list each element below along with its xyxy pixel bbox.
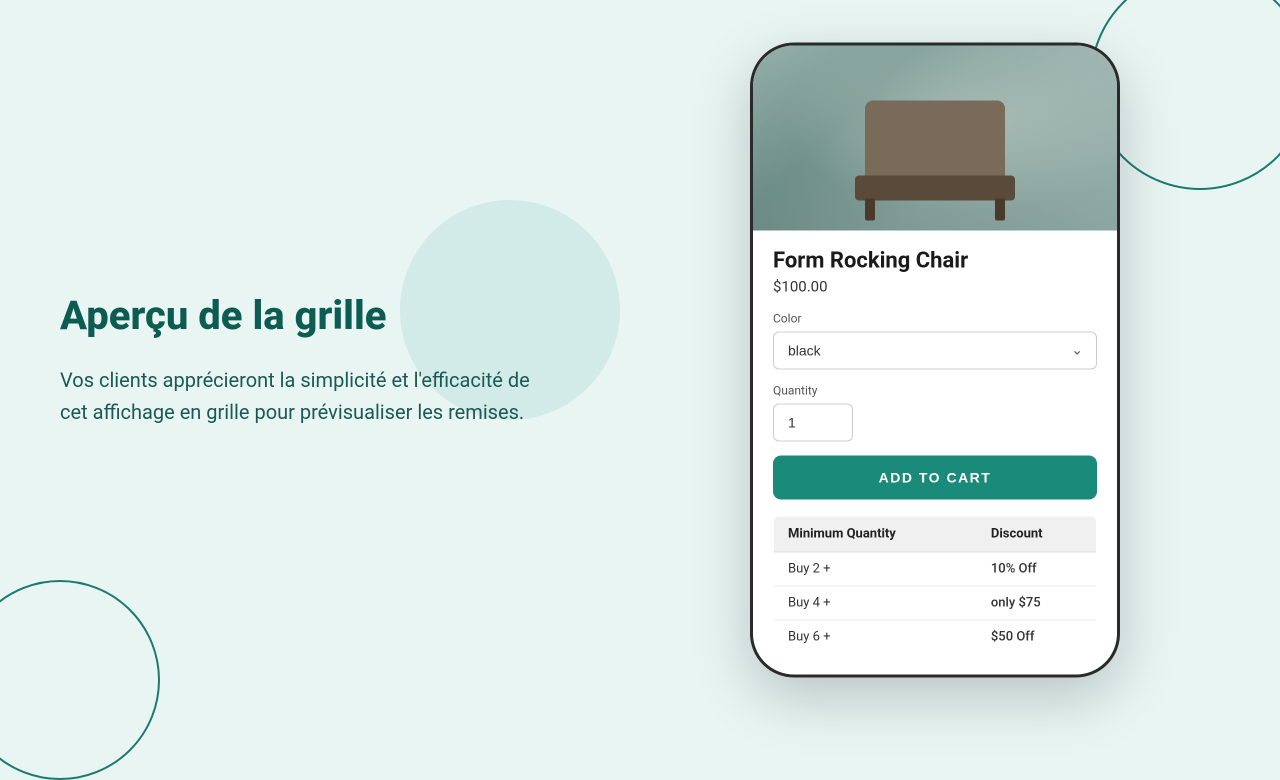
quantity-input[interactable] bbox=[773, 404, 853, 442]
product-image bbox=[753, 46, 1117, 231]
phone-mockup: Form Rocking Chair $100.00 Color black ⌄… bbox=[750, 43, 1120, 678]
color-select-wrapper: black ⌄ bbox=[773, 332, 1097, 370]
chair-leg-left bbox=[865, 199, 875, 221]
quantity-label: Quantity bbox=[773, 384, 1097, 398]
discount-cell: only $75 bbox=[977, 586, 1097, 620]
chair-seat bbox=[855, 176, 1015, 201]
table-header-row: Minimum Quantity Discount bbox=[774, 516, 1097, 552]
color-label: Color bbox=[773, 312, 1097, 326]
discount-cell: 10% Off bbox=[977, 552, 1097, 586]
deco-circle-bottom-left bbox=[0, 580, 160, 780]
quantity-wrapper: Quantity bbox=[773, 384, 1097, 442]
product-name: Form Rocking Chair bbox=[773, 249, 1097, 274]
table-row: Buy 2 +10% Off bbox=[774, 552, 1097, 586]
discount-table: Minimum Quantity Discount Buy 2 +10% Off… bbox=[773, 516, 1097, 655]
quantity-cell: Buy 2 + bbox=[774, 552, 977, 586]
product-price: $100.00 bbox=[773, 278, 1097, 296]
page-title: Aperçu de la grille bbox=[60, 292, 560, 340]
col-header-quantity: Minimum Quantity bbox=[774, 516, 977, 552]
chair-leg-right bbox=[995, 199, 1005, 221]
product-details: Form Rocking Chair $100.00 Color black ⌄… bbox=[753, 231, 1117, 675]
table-row: Buy 4 +only $75 bbox=[774, 586, 1097, 620]
add-to-cart-button[interactable]: ADD TO CART bbox=[773, 456, 1097, 500]
col-header-discount: Discount bbox=[977, 516, 1097, 552]
table-row: Buy 6 +$50 Off bbox=[774, 620, 1097, 654]
page-description: Vos clients apprécieront la simplicité e… bbox=[60, 364, 560, 428]
color-select[interactable]: black bbox=[773, 332, 1097, 370]
discount-cell: $50 Off bbox=[977, 620, 1097, 654]
left-content: Aperçu de la grille Vos clients apprécie… bbox=[60, 292, 560, 428]
quantity-cell: Buy 6 + bbox=[774, 620, 977, 654]
chair-back bbox=[865, 101, 1005, 181]
chair-illustration bbox=[835, 101, 1035, 221]
quantity-cell: Buy 4 + bbox=[774, 586, 977, 620]
phone-frame: Form Rocking Chair $100.00 Color black ⌄… bbox=[750, 43, 1120, 678]
